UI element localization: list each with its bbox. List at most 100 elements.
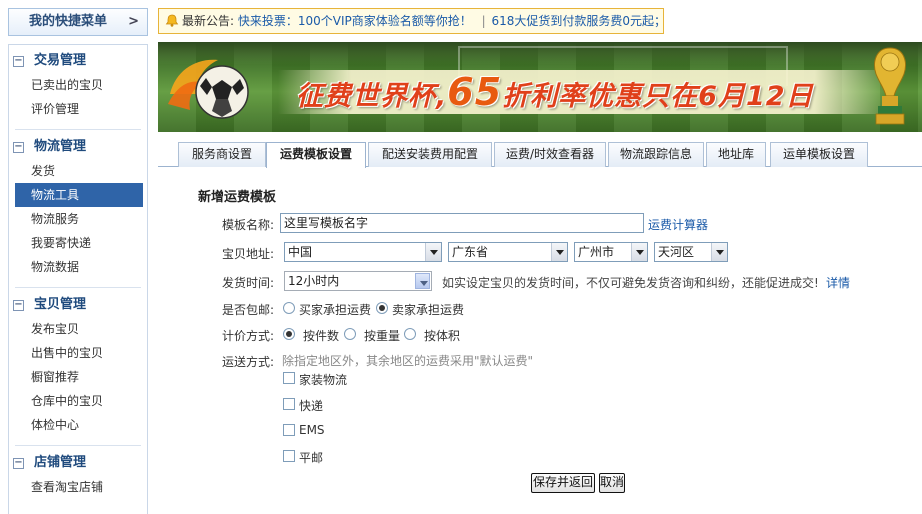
country-select[interactable]: 中国 bbox=[284, 242, 442, 262]
divider bbox=[15, 129, 141, 130]
checkbox-ems-label: EMS bbox=[299, 423, 325, 437]
radio-seller-pays[interactable] bbox=[376, 302, 388, 314]
quick-menu-label: 我的快捷菜单 bbox=[29, 14, 108, 29]
nav-group-items: − 宝贝管理 发布宝贝 出售中的宝贝 橱窗推荐 仓库中的宝贝 体检中心 bbox=[9, 293, 147, 437]
radio-by-count[interactable] bbox=[283, 328, 295, 340]
nav-group-header[interactable]: − 交易管理 bbox=[9, 49, 147, 73]
radio-by-volume[interactable] bbox=[404, 328, 416, 340]
checkbox-home-logistics-label: 家装物流 bbox=[299, 373, 348, 387]
promo-banner[interactable]: 征费世界杯,65折利率优惠只在6月12日 bbox=[158, 42, 922, 132]
district-select[interactable]: 天河区 bbox=[654, 242, 728, 262]
sidebar: 我的快捷菜单 > − 交易管理 已卖出的宝贝 评价管理 − 物流管理 发货 物流工具… bbox=[0, 0, 148, 514]
chevron-right-icon: > bbox=[128, 14, 139, 29]
sidebar-item-on-sale[interactable]: 出售中的宝贝 bbox=[9, 341, 147, 365]
radio-by-count-label: 按件数 bbox=[303, 329, 340, 343]
form-title: 新增运费模板 bbox=[198, 190, 277, 205]
radio-seller-pays-label: 卖家承担运费 bbox=[392, 303, 465, 317]
quick-menu-button[interactable]: 我的快捷菜单 > bbox=[8, 8, 148, 36]
slogan-part2: 折利率优惠只在6月12日 bbox=[502, 81, 814, 112]
nav-group-header[interactable]: − 宝贝管理 bbox=[9, 293, 147, 317]
nav-group-logistics: − 物流管理 发货 物流工具 物流服务 我要寄快递 物流数据 bbox=[9, 135, 147, 279]
checkbox-home-logistics[interactable] bbox=[283, 372, 295, 384]
divider bbox=[15, 287, 141, 288]
announcement-link[interactable]: 618大促货到付款服务费0元起； bbox=[491, 14, 663, 28]
nav-group-title: 物流管理 bbox=[34, 139, 87, 154]
sidebar-item-publish[interactable]: 发布宝贝 bbox=[9, 317, 147, 341]
free-shipping-label: 是否包邮: bbox=[222, 303, 275, 317]
slogan-part1: 征费世界杯, bbox=[296, 81, 448, 112]
country-value: 中国 bbox=[288, 245, 313, 259]
chevron-down-icon[interactable] bbox=[631, 243, 647, 261]
sidebar-item-health-check[interactable]: 体检中心 bbox=[9, 413, 147, 437]
chevron-down-icon[interactable] bbox=[425, 243, 441, 261]
template-name-label: 模板名称: bbox=[222, 218, 275, 232]
freight-calculator-link[interactable]: 运费计算器 bbox=[648, 216, 708, 233]
tab-freight-template[interactable]: 运费模板设置 bbox=[266, 142, 366, 168]
collapse-icon[interactable]: − bbox=[13, 458, 24, 469]
nav-group-header[interactable]: − 物流管理 bbox=[9, 135, 147, 159]
checkbox-express[interactable] bbox=[283, 398, 295, 410]
sidebar-item-ship[interactable]: 发货 bbox=[9, 159, 147, 183]
sidebar-item-ratings[interactable]: 评价管理 bbox=[9, 97, 147, 121]
announcement-label: 最新公告: bbox=[182, 14, 235, 28]
nav-group-title: 店铺管理 bbox=[34, 455, 87, 470]
address-label: 宝贝地址: bbox=[222, 247, 275, 261]
radio-by-weight-label: 按重量 bbox=[364, 329, 401, 343]
province-select[interactable]: 广东省 bbox=[448, 242, 568, 262]
soccer-ball-icon bbox=[168, 59, 249, 119]
template-name-input[interactable]: 这里写模板名字 bbox=[280, 213, 644, 233]
city-select[interactable]: 广州市 bbox=[574, 242, 648, 262]
nav-group-title: 交易管理 bbox=[34, 53, 87, 68]
chevron-down-icon[interactable] bbox=[711, 243, 727, 261]
delivery-method-label: 运送方式: bbox=[222, 355, 275, 369]
sidebar-item-logistics-service[interactable]: 物流服务 bbox=[9, 207, 147, 231]
nav-group-trade: − 交易管理 已卖出的宝贝 评价管理 bbox=[9, 49, 147, 121]
district-value: 天河区 bbox=[658, 245, 695, 259]
checkbox-ems[interactable] bbox=[283, 424, 295, 436]
ship-time-label: 发货时间: bbox=[222, 276, 275, 290]
checkbox-express-label: 快递 bbox=[299, 399, 324, 413]
collapse-icon[interactable]: − bbox=[13, 300, 24, 311]
tab-install-fee[interactable]: 配送安装费用配置 bbox=[368, 142, 492, 167]
slogan-number: 65 bbox=[447, 70, 503, 114]
sidebar-item-view-shop[interactable]: 查看淘宝店铺 bbox=[9, 475, 147, 499]
world-cup-trophy-icon bbox=[874, 47, 906, 125]
tab-tracking[interactable]: 物流跟踪信息 bbox=[608, 142, 704, 167]
tab-freight-viewer[interactable]: 运费/时效查看器 bbox=[494, 142, 606, 167]
nav-group-title: 宝贝管理 bbox=[34, 297, 87, 312]
radio-buyer-pays[interactable] bbox=[283, 302, 295, 314]
announcement-link[interactable]: 快来投票：100个VIP商家体验名额等你抢！ bbox=[238, 14, 472, 28]
ship-time-hint: 如实设定宝贝的发货时间，不仅可避免发货咨询和纠纷，还能促进成交! bbox=[442, 276, 819, 290]
chevron-down-icon[interactable] bbox=[551, 243, 567, 261]
divider bbox=[15, 445, 141, 446]
radio-buyer-pays-label: 买家承担运费 bbox=[299, 303, 372, 317]
checkbox-surface-mail-label: 平邮 bbox=[299, 451, 324, 465]
tab-address-book[interactable]: 地址库 bbox=[706, 142, 766, 167]
tab-service-provider[interactable]: 服务商设置 bbox=[178, 142, 266, 167]
radio-by-volume-label: 按体积 bbox=[424, 329, 461, 343]
sidebar-item-logistics-data[interactable]: 物流数据 bbox=[9, 255, 147, 279]
ship-time-select[interactable]: 12小时内 bbox=[284, 271, 432, 291]
ship-time-detail-link[interactable]: 详情 bbox=[826, 274, 850, 291]
sidebar-item-sold[interactable]: 已卖出的宝贝 bbox=[9, 73, 147, 97]
radio-by-weight[interactable] bbox=[344, 328, 356, 340]
banner-slogan: 征费世界杯,65折利率优惠只在6月12日 bbox=[296, 72, 814, 112]
sidebar-nav: − 交易管理 已卖出的宝贝 评价管理 − 物流管理 发货 物流工具 物流服务 我要寄… bbox=[8, 44, 148, 514]
checkbox-surface-mail[interactable] bbox=[283, 450, 295, 462]
bell-icon bbox=[165, 14, 179, 27]
tab-waybill-template[interactable]: 运单模板设置 bbox=[770, 142, 868, 167]
chevron-down-icon[interactable] bbox=[415, 273, 430, 289]
collapse-icon[interactable]: − bbox=[13, 56, 24, 67]
save-and-return-button[interactable]: 保存并返回 bbox=[531, 473, 595, 493]
province-value: 广东省 bbox=[452, 245, 489, 259]
city-value: 广州市 bbox=[578, 245, 615, 259]
sidebar-item-showcase[interactable]: 橱窗推荐 bbox=[9, 365, 147, 389]
tab-bar: 服务商设置 运费模板设置 配送安装费用配置 运费/时效查看器 物流跟踪信息 地址… bbox=[158, 142, 922, 168]
announcement-separator: | bbox=[481, 14, 486, 28]
sidebar-item-logistics-tools[interactable]: 物流工具 bbox=[15, 183, 143, 207]
cancel-button[interactable]: 取消 bbox=[599, 473, 625, 493]
sidebar-item-send-express[interactable]: 我要寄快递 bbox=[9, 231, 147, 255]
nav-group-header[interactable]: − 店铺管理 bbox=[9, 451, 147, 475]
collapse-icon[interactable]: − bbox=[13, 142, 24, 153]
sidebar-item-warehouse[interactable]: 仓库中的宝贝 bbox=[9, 389, 147, 413]
